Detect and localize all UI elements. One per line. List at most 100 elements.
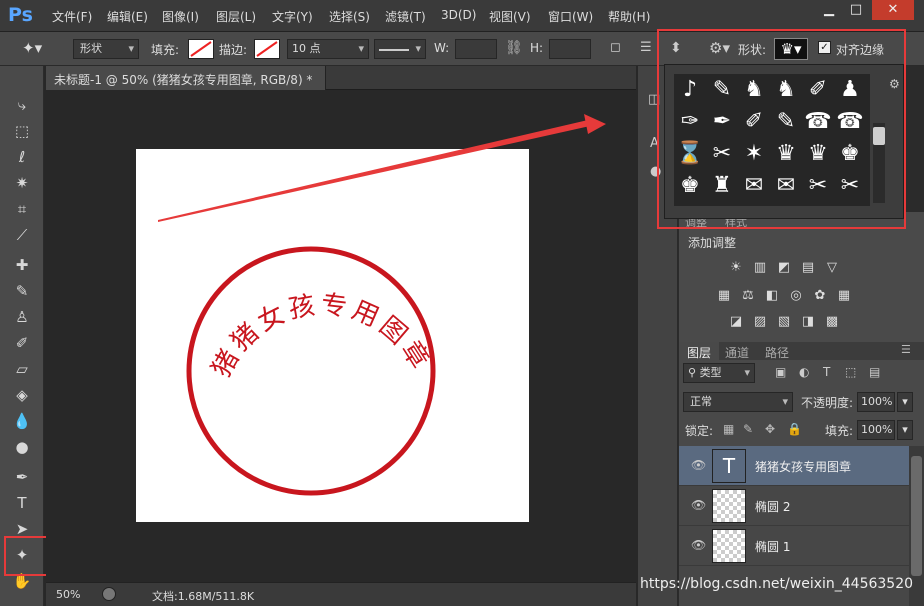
healing-brush-tool-icon[interactable]: ✚: [8, 254, 36, 276]
menu-image[interactable]: 图像(I): [162, 8, 199, 25]
history-brush-tool-icon[interactable]: ✐: [8, 332, 36, 354]
hue-saturation-icon[interactable]: ▦: [715, 288, 733, 304]
close-button[interactable]: ✕: [872, 0, 914, 20]
layer-row-ellipse-2[interactable]: 👁 椭圆 2: [679, 486, 909, 526]
brightness-icon[interactable]: ☀: [727, 260, 745, 276]
fill-swatch[interactable]: [188, 39, 214, 59]
stroke-swatch[interactable]: [254, 39, 280, 59]
channel-mixer-icon[interactable]: ✿: [811, 288, 829, 304]
menu-type[interactable]: 文字(Y): [272, 8, 313, 25]
lock-transparency-icon[interactable]: ▦: [723, 422, 734, 436]
lasso-tool-icon[interactable]: ℓ: [8, 146, 36, 168]
layers-scrollbar-thumb[interactable]: [911, 456, 922, 576]
tab-paths[interactable]: 路径: [765, 344, 789, 361]
menu-select[interactable]: 选择(S): [329, 8, 370, 25]
layer-row-ellipse-1[interactable]: 👁 椭圆 1: [679, 526, 909, 566]
fill-opacity-label: 填充:: [825, 424, 854, 438]
no-stroke-icon: [256, 41, 278, 57]
link-icon[interactable]: ⛓: [505, 40, 523, 56]
filter-smart-object-icon[interactable]: ▤: [869, 365, 880, 379]
opacity-dropdown-icon[interactable]: ▾: [897, 392, 913, 412]
stroke-type-select[interactable]: [374, 39, 426, 59]
lock-all-icon[interactable]: 🔒: [787, 422, 802, 436]
fill-dropdown-icon[interactable]: ▾: [897, 420, 913, 440]
brush-tool-icon[interactable]: ✎: [8, 280, 36, 302]
vibrance-icon[interactable]: ▽: [823, 260, 841, 276]
menu-view[interactable]: 视图(V): [489, 8, 531, 25]
magic-wand-tool-icon[interactable]: ✷: [8, 172, 36, 194]
move-tool-icon[interactable]: ⤷: [8, 94, 36, 116]
path-operations-icon[interactable]: ◻: [610, 40, 621, 55]
filter-adjustment-icon[interactable]: ◐: [799, 365, 809, 379]
exposure-icon[interactable]: ▤: [799, 260, 817, 276]
stroke-size-field[interactable]: 10 点: [287, 39, 369, 59]
width-field[interactable]: [455, 39, 497, 59]
type-tool-icon[interactable]: T: [8, 492, 36, 514]
document-tab[interactable]: 未标题-1 @ 50% (猪猪女孩专用图章, RGB/8) *: [46, 66, 326, 90]
document-tab-bar: 未标题-1 @ 50% (猪猪女孩专用图章, RGB/8) *: [46, 66, 636, 90]
filter-shape-icon[interactable]: ⬚: [845, 365, 856, 379]
stamp-text-path: 猪猪女孩专用图章: [207, 290, 433, 382]
zoom-level[interactable]: 50%: [56, 588, 80, 601]
no-fill-icon: [190, 41, 212, 57]
add-adjustment-title: 添加调整: [688, 236, 737, 250]
layer-filter-select[interactable]: ⚲ 类型: [683, 363, 755, 383]
maximize-button[interactable]: □: [843, 0, 869, 20]
color-lookup-icon[interactable]: ▦: [835, 288, 853, 304]
menu-bar: Ps 文件(F) 编辑(E) 图像(I) 图层(L) 文字(Y) 选择(S) 滤…: [0, 0, 924, 32]
path-alignment-icon[interactable]: ☰: [640, 40, 652, 55]
tab-channels[interactable]: 通道: [725, 344, 749, 361]
photoshop-logo: Ps: [8, 4, 33, 26]
filter-search-icon: ⚲: [688, 366, 700, 379]
document-size: 文档:1.68M/511.8K: [152, 590, 255, 603]
eraser-tool-icon[interactable]: ▱: [8, 358, 36, 380]
lock-pixels-icon[interactable]: ✎: [743, 422, 753, 436]
height-field[interactable]: [549, 39, 591, 59]
menu-file[interactable]: 文件(F): [52, 8, 92, 25]
layer-name: 椭圆 2: [755, 500, 791, 514]
blend-mode-select[interactable]: 正常: [683, 392, 793, 412]
dodge-tool-icon[interactable]: ●: [8, 436, 36, 458]
crop-tool-icon[interactable]: ⌗: [8, 198, 36, 220]
invert-icon[interactable]: ◪: [727, 314, 745, 330]
lock-position-icon[interactable]: ✥: [765, 422, 775, 436]
marquee-tool-icon[interactable]: ⬚: [8, 120, 36, 142]
custom-shape-tool-preset-icon[interactable]: ✦▾: [22, 39, 52, 59]
annotation-arrow-shaft: [158, 120, 590, 222]
menu-edit[interactable]: 编辑(E): [107, 8, 148, 25]
menu-layer[interactable]: 图层(L): [216, 8, 256, 25]
minimize-button[interactable]: ▁: [816, 0, 842, 20]
curves-icon[interactable]: ◩: [775, 260, 793, 276]
pen-tool-icon[interactable]: ✒: [8, 466, 36, 488]
posterize-icon[interactable]: ▨: [751, 314, 769, 330]
opacity-label: 不透明度:: [801, 396, 854, 410]
text-layer-thumbnail-icon: T: [712, 449, 746, 483]
levels-icon[interactable]: ▥: [751, 260, 769, 276]
menu-help[interactable]: 帮助(H): [608, 8, 650, 25]
menu-window[interactable]: 窗口(W): [548, 8, 593, 25]
status-info-icon[interactable]: [102, 587, 116, 601]
opacity-field[interactable]: 100%: [857, 392, 895, 412]
color-balance-icon[interactable]: ⚖: [739, 288, 757, 304]
filter-pixel-icon[interactable]: ▣: [775, 365, 786, 379]
gradient-map-icon[interactable]: ▩: [823, 314, 841, 330]
threshold-icon[interactable]: ▧: [775, 314, 793, 330]
menu-3d[interactable]: 3D(D): [441, 8, 476, 22]
layer-row-text[interactable]: 👁 T 猪猪女孩专用图章: [679, 446, 909, 486]
menu-filter[interactable]: 滤镜(T): [385, 8, 426, 25]
eyedropper-tool-icon[interactable]: ⟋: [8, 224, 36, 246]
black-white-icon[interactable]: ◧: [763, 288, 781, 304]
selective-color-icon[interactable]: ◨: [799, 314, 817, 330]
visibility-eye-icon[interactable]: 👁: [691, 538, 706, 552]
layer-filter-value: 类型: [699, 366, 722, 379]
paint-bucket-tool-icon[interactable]: ◈: [8, 384, 36, 406]
fill-opacity-field[interactable]: 100%: [857, 420, 895, 440]
photo-filter-icon[interactable]: ◎: [787, 288, 805, 304]
filter-type-icon[interactable]: T: [823, 365, 830, 379]
blur-tool-icon[interactable]: 💧: [8, 410, 36, 432]
clone-stamp-tool-icon[interactable]: ♙: [8, 306, 36, 328]
visibility-eye-icon[interactable]: 👁: [691, 498, 706, 512]
tool-mode-select[interactable]: 形状: [73, 39, 139, 59]
visibility-eye-icon[interactable]: 👁: [691, 458, 706, 472]
panel-menu-icon[interactable]: ☰: [901, 343, 911, 356]
